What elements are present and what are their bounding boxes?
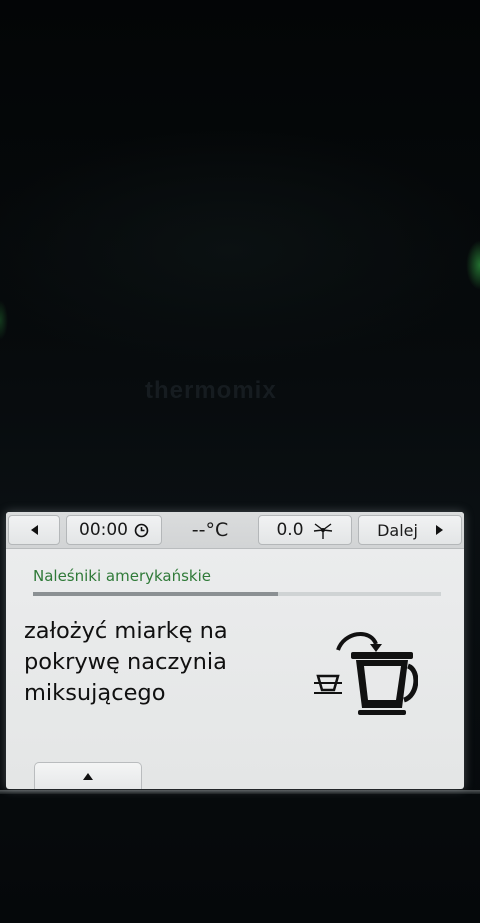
instruction-text: założyć miarkę na pokrywę naczynia miksu… [24, 616, 294, 709]
timer-button[interactable]: 00:00 [66, 515, 162, 545]
recipe-title: Naleśniki amerykańskie [33, 567, 212, 585]
back-arrow-icon [30, 525, 38, 535]
measuring-cup-on-lid-icon [314, 632, 418, 715]
blade-icon [313, 523, 332, 539]
instruction-line: pokrywę naczynia [24, 649, 227, 675]
status-bar: 00:00 --°C 0.0 Dalej [6, 512, 464, 549]
next-label: Dalej [377, 520, 418, 540]
recipe-progress-bar [33, 592, 441, 596]
speed-button[interactable]: 0.0 [258, 515, 352, 545]
temperature-button[interactable]: --°C [168, 515, 252, 545]
status-light [466, 240, 480, 290]
expand-tab[interactable] [34, 762, 142, 789]
timer-value: 00:00 [79, 520, 128, 540]
brand-logo: thermomix [145, 377, 277, 404]
thermomix-device: thermomix 00:00 --°C 0.0 Dalej Naleśniki… [0, 0, 480, 923]
next-button[interactable]: Dalej [358, 515, 462, 545]
clock-icon [134, 523, 149, 537]
next-arrow-icon [435, 525, 443, 535]
instruction-line: założyć miarkę na [24, 618, 228, 644]
expand-up-icon [83, 772, 93, 780]
temperature-value: --°C [191, 519, 229, 541]
status-light-left [0, 300, 8, 340]
display-screen: 00:00 --°C 0.0 Dalej Naleśniki amerykańs… [6, 512, 464, 789]
instruction-line: miksującego [24, 680, 166, 706]
speed-value: 0.0 [276, 520, 304, 540]
back-button[interactable] [8, 515, 60, 545]
bezel-edge [0, 790, 480, 794]
recipe-progress-fill [33, 592, 278, 596]
